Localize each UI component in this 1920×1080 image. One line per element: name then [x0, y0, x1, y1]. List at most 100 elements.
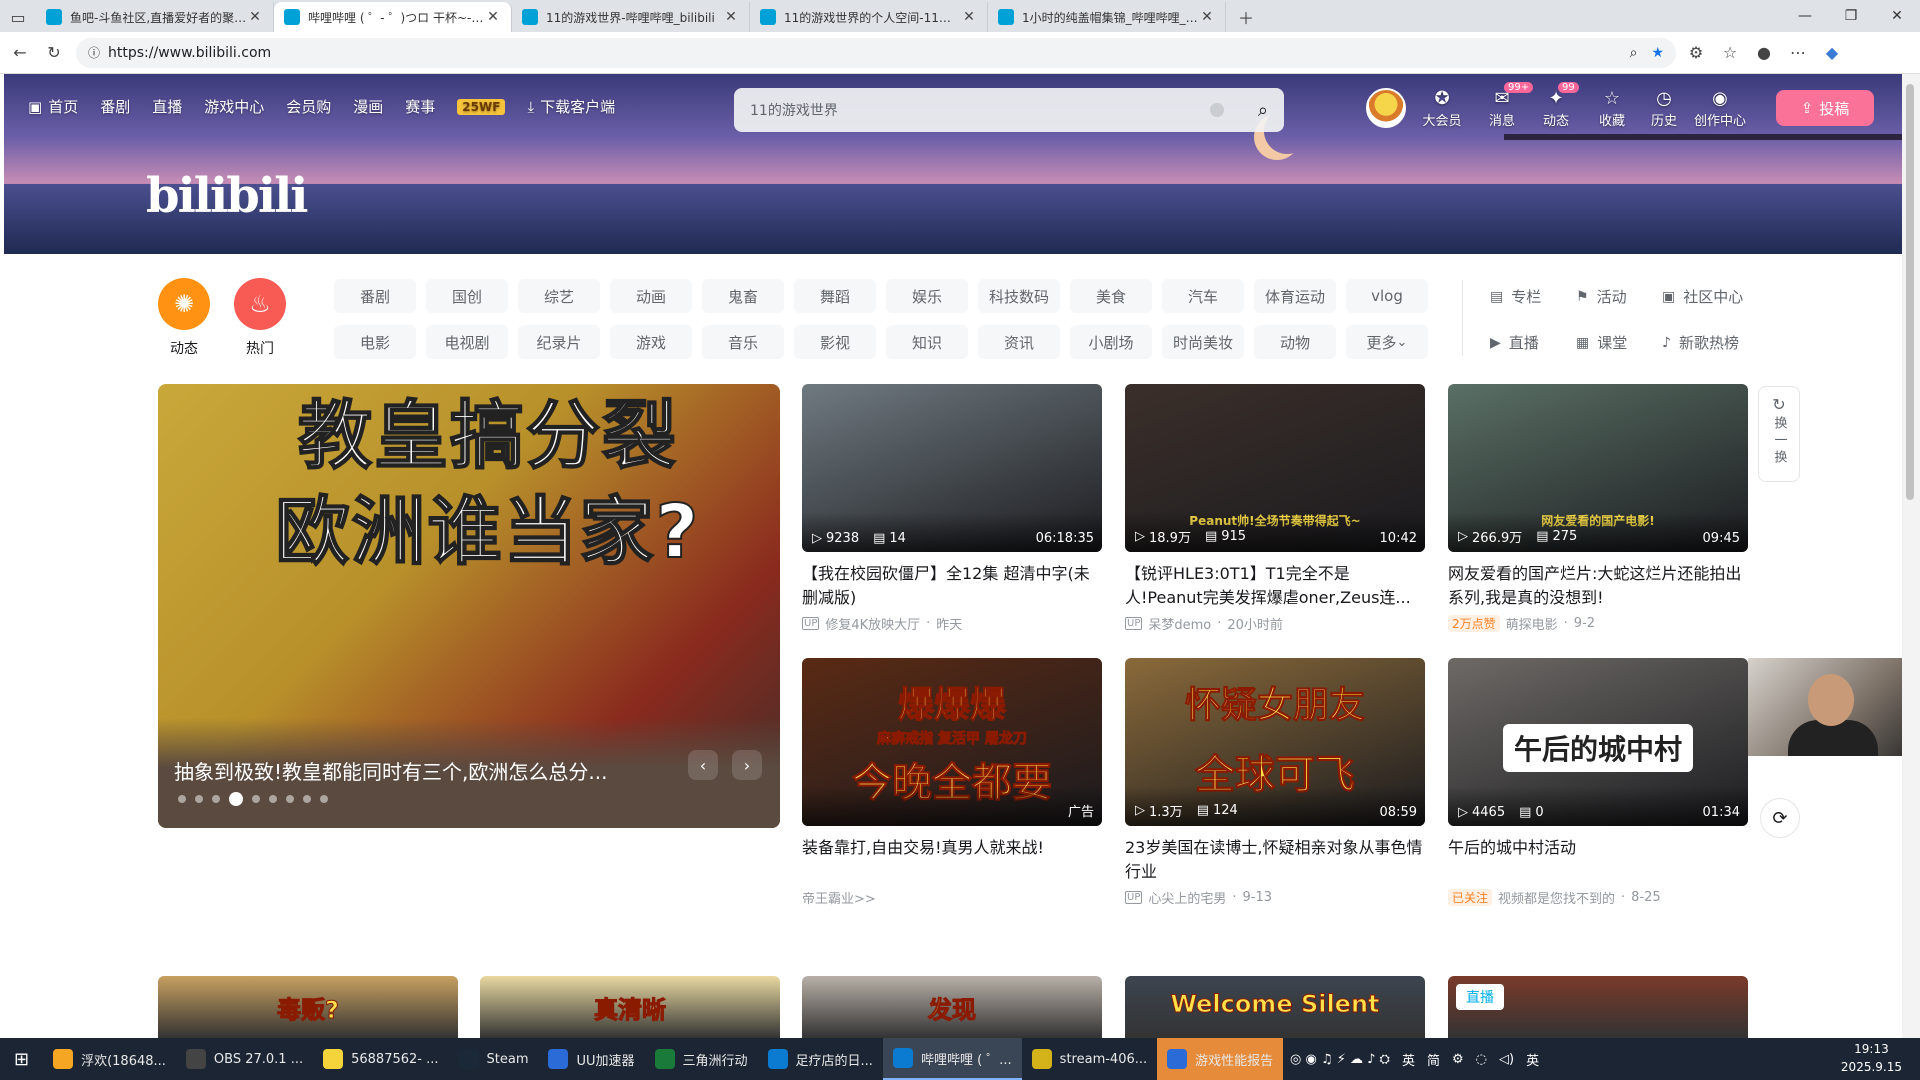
tab-close-icon[interactable]: ✕ — [723, 9, 739, 25]
carousel-dot[interactable] — [195, 795, 203, 803]
new-tab-button[interactable]: ＋ — [1232, 2, 1260, 32]
channel-chip[interactable]: 小剧场 — [1070, 325, 1152, 359]
user-menu-item[interactable]: ✪ 大会员 — [1416, 88, 1468, 129]
taskbar-app[interactable]: 三角洲行动 — [645, 1038, 758, 1080]
channel-chip[interactable]: 娱乐 — [886, 279, 968, 313]
channel-chip[interactable]: 音乐 — [702, 325, 784, 359]
user-menu-item[interactable]: ✦ 动态 99 — [1530, 82, 1582, 129]
nav-item[interactable]: 会员购 — [286, 96, 331, 117]
channel-chip[interactable]: 舞蹈 — [794, 279, 876, 313]
video-title[interactable]: 装备靠打,自由交易!真男人就来战! — [802, 836, 1102, 884]
close-window-button[interactable]: ✕ — [1874, 0, 1920, 32]
channel-chip[interactable]: 美食 — [1070, 279, 1152, 313]
tab-close-icon[interactable]: ✕ — [485, 9, 501, 25]
hot-label[interactable]: 热门 — [230, 338, 290, 358]
ime-mode-1[interactable]: 英 — [1402, 1050, 1415, 1069]
video-title[interactable]: 【我在校园砍僵尸】全12集 超清中字(未删减版) — [802, 562, 1102, 610]
nav-item[interactable]: 漫画 — [353, 96, 383, 117]
channel-chip[interactable]: 动物 — [1254, 325, 1336, 359]
user-menu-item[interactable]: ☆ 收藏 — [1586, 88, 1638, 129]
taskbar-app[interactable]: 哔哩哔哩 ( ゜... — [882, 1038, 1022, 1080]
nav-item[interactable]: ▣ 首页 — [28, 96, 78, 117]
partial-video-thumbnail[interactable]: Welcome Silent — [1125, 976, 1425, 1038]
bilibili-logo[interactable]: bilibili — [146, 168, 309, 224]
favorite-star-icon[interactable]: ★ — [1651, 45, 1664, 61]
channel-chip[interactable]: 纪录片 — [518, 325, 600, 359]
browser-tab[interactable]: 11的游戏世界-哔哩哔哩_bilibili ✕ — [512, 2, 750, 32]
channel-chip[interactable]: 电影 — [334, 325, 416, 359]
channel-chip[interactable]: 资讯 — [978, 325, 1060, 359]
replay-icon[interactable]: ⟳ — [1760, 798, 1800, 838]
channel-chip[interactable]: 影视 — [794, 325, 876, 359]
video-title[interactable]: 23岁美国在读博士,怀疑相亲对象从事色情行业 — [1125, 836, 1425, 884]
channel-chip[interactable]: 时尚美妆 — [1162, 325, 1244, 359]
extensions-icon[interactable]: ⚙ — [1682, 39, 1710, 67]
video-title[interactable]: 午后的城中村活动 — [1448, 836, 1748, 884]
channel-chip[interactable]: 科技数码 — [978, 279, 1060, 313]
video-thumbnail[interactable]: 网友爱看的国产电影!▷266.9万▤27509:45 — [1448, 384, 1748, 552]
carousel-dot[interactable] — [269, 795, 277, 803]
site-info-icon[interactable]: ⓘ — [88, 44, 100, 61]
taskbar-app[interactable]: OBS 27.0.1 ... — [176, 1038, 313, 1080]
taskbar-app[interactable]: Steam — [449, 1038, 539, 1080]
search-bar[interactable]: 11的游戏世界 ⌕ — [734, 88, 1284, 132]
channel-side-link[interactable]: ▣ 社区中心 — [1662, 286, 1743, 307]
partial-video-thumbnail[interactable]: 真清晰 — [480, 976, 780, 1038]
carousel-dot[interactable] — [252, 795, 260, 803]
dynamic-label[interactable]: 动态 — [154, 338, 214, 358]
channel-side-link[interactable]: ▦ 课堂 — [1576, 332, 1627, 353]
carousel-dot[interactable] — [212, 795, 220, 803]
browser-tab[interactable]: 1小时的纯盖帽集锦_哔哩哔哩_bilibili✕ — [988, 2, 1226, 32]
partial-video-thumbnail[interactable]: 发现 — [802, 976, 1102, 1038]
carousel-dot[interactable] — [178, 795, 186, 803]
taskbar-app[interactable]: UU加速器 — [538, 1038, 644, 1080]
settings-icon[interactable]: ⚙ — [1452, 1052, 1464, 1067]
tab-actions-icon[interactable]: ▭ — [0, 2, 36, 32]
tray-icons[interactable]: ◎ ◉ ♫ ⚡ ☁ ♪ ⛭ — [1290, 1052, 1390, 1067]
search-icon[interactable]: ⌕ — [1258, 100, 1268, 121]
minimize-button[interactable]: — — [1782, 0, 1828, 32]
video-author[interactable]: 帝王霸业>> — [802, 888, 876, 907]
carousel-dot[interactable] — [286, 795, 294, 803]
back-icon[interactable]: ← — [6, 39, 34, 67]
nav-item[interactable]: ⤓ 下载客户端 — [527, 96, 615, 117]
browser-tab[interactable]: 哔哩哔哩 ( ゜- ゜)つロ 干杯~-bilibili✕ — [274, 2, 512, 32]
scrollbar-thumb[interactable] — [1906, 84, 1914, 500]
channel-chip[interactable]: 电视剧 — [426, 325, 508, 359]
tab-close-icon[interactable]: ✕ — [961, 9, 977, 25]
taskbar-app[interactable]: 足疗店的日... — [758, 1038, 883, 1080]
nav-item[interactable]: 番剧 — [100, 96, 130, 117]
tab-close-icon[interactable]: ✕ — [247, 9, 263, 25]
upload-button[interactable]: ⇪ 投稿 — [1776, 90, 1874, 126]
channel-side-link[interactable]: ▶ 直播 — [1490, 332, 1539, 353]
channel-chip[interactable]: 鬼畜 — [702, 279, 784, 313]
more-menu-icon[interactable]: ⋯ — [1784, 39, 1812, 67]
clear-search-icon[interactable] — [1209, 103, 1224, 117]
video-thumbnail[interactable]: ▷ 9238 ▤ 14 06:18:35 — [802, 384, 1102, 552]
video-card[interactable]: ▷ 9238 ▤ 14 06:18:35 【我在校园砍僵尸】全12集 超清中字(未删减版)… — [802, 384, 1102, 633]
video-card[interactable]: 午后的城中村 ▷ 4465 ▤ 0 01:34 午后的城中村活动 已关注 视频都是您找不到的 · 8… — [1448, 658, 1748, 907]
video-thumbnail[interactable]: 怀疑女朋友 全球可飞 ▷ 1.3万 ▤ 124 08:59 — [1125, 658, 1425, 826]
video-author[interactable]: 萌探电影 — [1506, 614, 1558, 633]
url-field[interactable]: ⓘ https://www.bilibili.com ⌕ ★ — [76, 37, 1676, 68]
nav-item[interactable]: 25WF — [457, 98, 506, 115]
profile-avatar-icon[interactable]: ● — [1750, 39, 1778, 67]
language-indicator[interactable]: 英 — [1526, 1050, 1539, 1069]
hero-carousel[interactable]: 教皇搞分裂 欧洲谁当家? 抽象到极致!教皇都能同时有三个,欧洲怎么总分... ‹… — [158, 384, 780, 828]
zoom-icon[interactable]: ⌕ — [1630, 45, 1638, 61]
channel-chip[interactable]: 更多 ⌄ — [1346, 325, 1428, 359]
channel-chip[interactable]: 知识 — [886, 325, 968, 359]
browser-tab[interactable]: 鱼吧-斗鱼社区,直播爱好者的聚集地 ✕ — [36, 2, 274, 32]
video-card[interactable]: 怀疑女朋友 全球可飞 ▷ 1.3万 ▤ 124 08:59 23岁美国在读博士,怀疑相亲对象从… — [1125, 658, 1425, 907]
network-icon[interactable]: ◌ — [1476, 1052, 1487, 1067]
channel-chip[interactable]: 国创 — [426, 279, 508, 313]
ime-mode-2[interactable]: 简 — [1427, 1050, 1440, 1069]
reload-icon[interactable]: ↻ — [40, 39, 68, 67]
taskbar-app[interactable]: stream-406... — [1022, 1038, 1157, 1080]
channel-chip[interactable]: 动画 — [610, 279, 692, 313]
user-menu-item[interactable]: ◷ 历史 — [1638, 88, 1690, 129]
video-thumbnail[interactable]: 爆爆爆 麻痹戒指 复活甲 屠龙刀 今晚全都要 广告 — [802, 658, 1102, 826]
nav-item[interactable]: 直播 — [152, 96, 182, 117]
channel-chip[interactable]: 番剧 — [334, 279, 416, 313]
video-author[interactable]: 心尖上的宅男 — [1148, 888, 1226, 907]
